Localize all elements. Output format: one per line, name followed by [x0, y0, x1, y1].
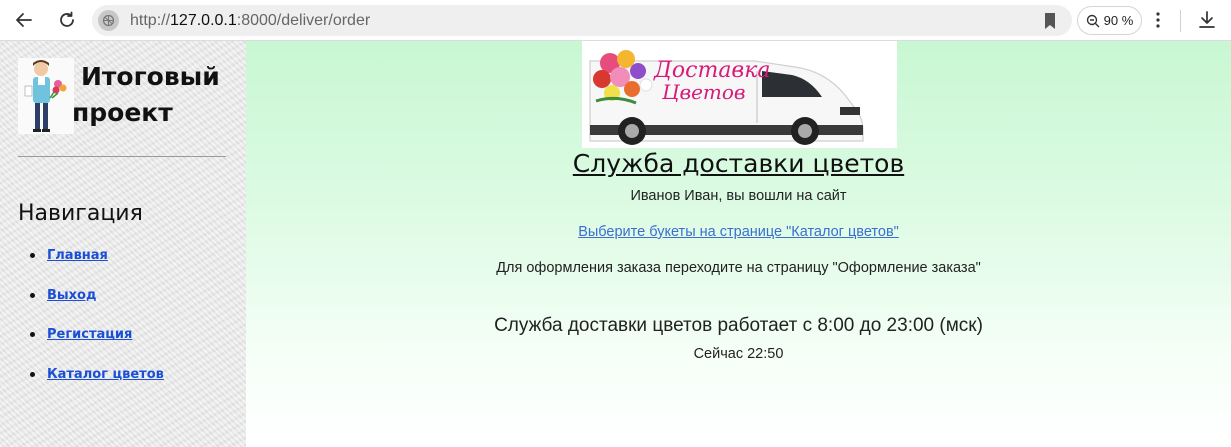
nav-item-register: Регистация [18, 322, 164, 362]
nav-item-home: Главная [18, 243, 164, 283]
url-scheme: http:// [130, 12, 171, 29]
main-content: Доставка Цветов Служба доставки цветов И… [246, 41, 1231, 447]
nav-list: Главная Выход Регистация Каталог цветов [18, 243, 164, 402]
nav-item-catalog: Каталог цветов [18, 362, 164, 402]
site-info-icon[interactable] [98, 10, 119, 31]
nav-link-catalog[interactable]: Каталог цветов [47, 367, 164, 382]
page-title: Служба доставки цветов [572, 149, 905, 178]
downloads-button[interactable] [1193, 6, 1221, 34]
delivery-van-banner: Доставка Цветов [582, 41, 897, 148]
globe-off-icon [102, 14, 115, 27]
toolbar-separator [1180, 10, 1181, 32]
url-path: :8000/deliver/order [236, 12, 371, 29]
sidebar-divider [18, 156, 226, 157]
nav-link-register[interactable]: Регистация [47, 327, 132, 342]
zoom-level: 90 % [1103, 13, 1134, 28]
browser-toolbar: http://127.0.0.1:8000/deliver/order 90 % [0, 0, 1231, 41]
reload-button[interactable] [53, 6, 81, 34]
catalog-link[interactable]: Выберите букеты на странице "Каталог цве… [578, 224, 899, 240]
zoom-indicator[interactable]: 90 % [1077, 6, 1142, 35]
order-note: Для оформления заказа переходите на стра… [496, 260, 981, 276]
florist-logo-image [18, 58, 74, 134]
current-time: Сейчас 22:50 [693, 346, 784, 362]
arrow-left-icon [16, 13, 32, 27]
more-vertical-icon [1156, 12, 1160, 28]
nav-link-logout[interactable]: Выход [47, 288, 96, 303]
url-text[interactable]: http://127.0.0.1:8000/deliver/order [130, 5, 370, 36]
logged-in-message: Иванов Иван, вы вошли на сайт [630, 188, 847, 204]
back-button[interactable] [10, 6, 38, 34]
url-host: 127.0.0.1 [170, 12, 237, 29]
working-hours: Служба доставки цветов работает с 8:00 д… [494, 315, 983, 336]
nav-item-logout: Выход [18, 283, 164, 323]
bookmark-icon[interactable] [1042, 12, 1058, 30]
address-bar[interactable]: http://127.0.0.1:8000/deliver/order [92, 5, 1072, 36]
sidebar: Итоговый проект Навигация Главная Выход … [0, 41, 246, 447]
reload-icon [60, 11, 74, 27]
menu-button[interactable] [1144, 6, 1172, 34]
zoom-out-icon [1086, 14, 1100, 27]
project-title-line2: проект [72, 98, 173, 127]
nav-link-home[interactable]: Главная [47, 248, 108, 263]
catalog-link-row: Выберите букеты на странице "Каталог цве… [246, 224, 1231, 240]
banner-text-line2: Цветов [661, 80, 746, 104]
nav-heading: Навигация [18, 201, 143, 226]
download-icon [1199, 11, 1215, 28]
project-title-line1: Итоговый [81, 62, 220, 91]
project-title: Итоговый проект [72, 59, 242, 131]
